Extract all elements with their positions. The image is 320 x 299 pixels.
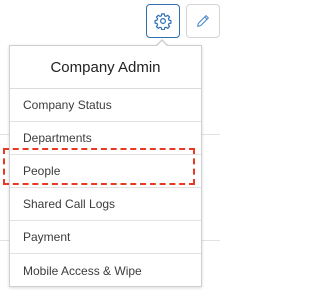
stage: Company Admin Company Status Departments… [0, 0, 220, 299]
menu-item-mobile-access-wipe[interactable]: Mobile Access & Wipe [10, 254, 201, 287]
background-divider [0, 134, 9, 135]
menu-item-departments[interactable]: Departments [10, 122, 201, 155]
menu-item-shared-call-logs[interactable]: Shared Call Logs [10, 188, 201, 221]
background-divider [0, 240, 9, 241]
menu-item-company-status[interactable]: Company Status [10, 89, 201, 122]
background-divider [202, 134, 220, 135]
gear-icon [154, 13, 172, 30]
menu-item-people[interactable]: People [10, 155, 201, 188]
pencil-icon [197, 15, 209, 27]
background-divider [202, 240, 220, 241]
edit-button[interactable] [186, 4, 220, 38]
menu-caret-fill [156, 41, 168, 47]
menu-item-payment[interactable]: Payment [10, 221, 201, 254]
settings-button[interactable] [146, 4, 180, 38]
company-admin-menu: Company Admin Company Status Departments… [9, 45, 202, 287]
menu-title: Company Admin [10, 46, 201, 89]
